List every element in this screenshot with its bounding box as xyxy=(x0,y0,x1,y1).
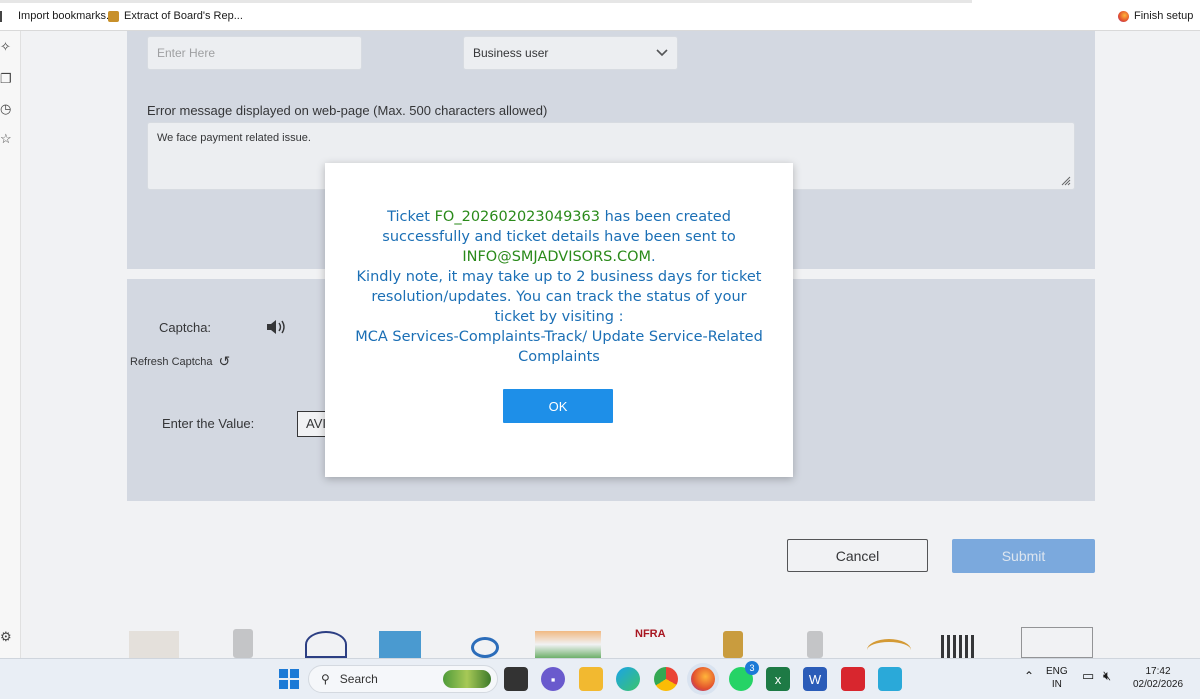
bookmark-extract-label: Extract of Board's Rep... xyxy=(124,10,243,22)
clock[interactable]: 17:42 02/02/2026 xyxy=(1128,665,1188,691)
address-bar-edge xyxy=(0,0,972,3)
ticket-period: . xyxy=(651,249,656,265)
chrome-icon[interactable] xyxy=(654,667,678,691)
tray-expand-icon[interactable]: ⌃ xyxy=(1024,670,1034,683)
volume-muted-icon[interactable]: 🔇︎ xyxy=(1103,669,1111,682)
finish-setup-button[interactable]: Finish setup xyxy=(1118,10,1193,22)
page-content: Enter Here Business user Error message d… xyxy=(21,31,1200,658)
ticket-note: Kindly note, it may take up to 2 busines… xyxy=(356,269,762,325)
bookmark-star-icon[interactable]: ☆ xyxy=(0,131,12,147)
whatsapp-icon[interactable]: 3 xyxy=(729,661,759,691)
windows-start-icon[interactable] xyxy=(277,667,301,691)
task-view-icon[interactable] xyxy=(504,667,528,691)
settings-gear-icon[interactable]: ⚙ xyxy=(0,629,12,645)
snipping-tool-icon[interactable] xyxy=(878,667,902,691)
search-label: Search xyxy=(339,672,378,686)
clock-date: 02/02/2026 xyxy=(1132,679,1184,690)
history-icon[interactable]: ◷ xyxy=(0,101,11,117)
ticket-success-modal: Ticket FO_202602023049363 has been creat… xyxy=(325,163,793,477)
import-icon xyxy=(0,10,13,22)
word-icon[interactable]: W xyxy=(803,667,827,691)
firefox-icon[interactable] xyxy=(691,667,715,691)
lang-line1: ENG xyxy=(1046,666,1068,677)
finish-setup-label: Finish setup xyxy=(1134,10,1194,22)
emblem-icon xyxy=(108,10,119,22)
acrobat-icon[interactable] xyxy=(841,667,865,691)
ticket-track-path: MCA Services-Complaints-Track/ Update Se… xyxy=(355,329,763,365)
taskbar: ⚲ Search ▪ 3 x W ⌃ ENG IN ▭ 🔇︎ 17:42 02/… xyxy=(0,658,1200,699)
tabs-icon[interactable]: ❐ xyxy=(0,71,12,87)
modal-message: Ticket FO_202602023049363 has been creat… xyxy=(355,207,763,367)
chat-icon[interactable]: ▪ xyxy=(541,667,565,691)
ticket-email: INFO@SMJADVISORS.COM xyxy=(462,249,652,265)
ok-label: OK xyxy=(548,398,568,414)
search-icon: ⚲ xyxy=(321,672,330,686)
bookmarks-bar: Import bookmarks... Extract of Board's R… xyxy=(0,0,1200,31)
taskbar-search[interactable]: ⚲ Search xyxy=(308,665,498,693)
ok-button[interactable]: OK xyxy=(503,389,613,423)
bookmark-extract[interactable]: Extract of Board's Rep... xyxy=(108,10,243,22)
browser-side-rail: ✧ ❐ ◷ ☆ ⚙ xyxy=(0,31,21,658)
firefox-icon xyxy=(1118,10,1129,22)
ticket-prefix: Ticket xyxy=(387,209,435,225)
language-indicator[interactable]: ENG IN xyxy=(1046,665,1068,691)
sparkle-icon[interactable]: ✧ xyxy=(0,39,11,55)
edge-icon[interactable] xyxy=(616,667,640,691)
file-explorer-icon[interactable] xyxy=(579,667,603,691)
search-highlight-image xyxy=(443,670,491,688)
clock-time: 17:42 xyxy=(1145,666,1171,677)
lang-line2: IN xyxy=(1051,679,1062,690)
bookmark-import-label: Import bookmarks... xyxy=(18,10,116,22)
ticket-id: FO_202602023049363 xyxy=(434,209,600,225)
bookmark-import[interactable]: Import bookmarks... xyxy=(0,10,115,22)
network-icon[interactable]: ▭ xyxy=(1082,669,1094,682)
excel-icon[interactable]: x xyxy=(766,667,790,691)
whatsapp-badge: 3 xyxy=(745,661,759,675)
